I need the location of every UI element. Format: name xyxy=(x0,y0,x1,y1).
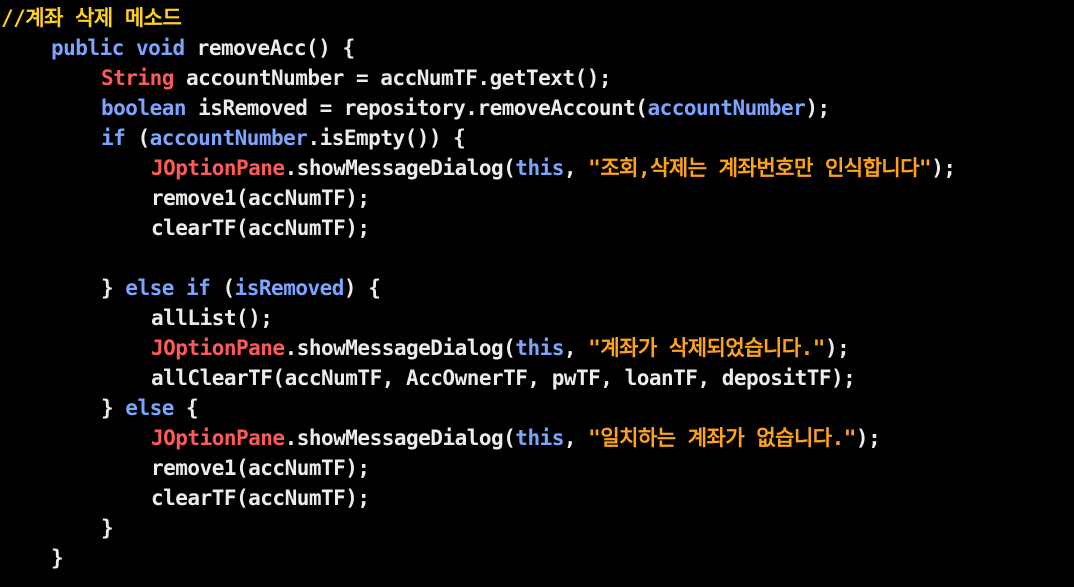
code-line: if (accountNumber.isEmpty()) { xyxy=(101,123,466,153)
code-token-plain: ); xyxy=(824,336,850,360)
code-line: boolean isRemoved = repository.removeAcc… xyxy=(101,93,830,123)
code-token-var: accountNumber xyxy=(647,96,806,120)
code-token-plain: .showMessageDialog( xyxy=(284,426,516,450)
code-line: //계좌 삭제 메소드 xyxy=(1,3,182,33)
code-line: public void removeAcc() { xyxy=(51,33,355,63)
code-token-keyword: void xyxy=(136,36,185,60)
code-token-plain: } xyxy=(101,516,114,540)
code-token-class: JOptionPane xyxy=(151,156,285,180)
code-token-var: accountNumber xyxy=(149,126,308,150)
code-token-class: JOptionPane xyxy=(151,336,285,360)
code-token-plain: remove1(accNumTF); xyxy=(151,456,370,480)
code-token-type: String xyxy=(101,66,174,90)
code-token-keyword: this xyxy=(515,426,564,450)
code-token-keyword: else xyxy=(125,396,174,420)
code-line: clearTF(accNumTF); xyxy=(151,213,370,243)
code-editor: //계좌 삭제 메소드 public void removeAcc() {Stri… xyxy=(0,0,1074,587)
code-token-plain: removeAcc() { xyxy=(184,36,355,60)
code-token-keyword: if xyxy=(101,126,126,150)
code-token-keyword: boolean xyxy=(101,96,187,120)
code-line: allList(); xyxy=(151,303,273,333)
code-token-plain: accountNumber = accNumTF.getText(); xyxy=(173,66,612,90)
code-token-keyword: this xyxy=(515,336,564,360)
code-token-string: "일치하는 계좌가 없습니다." xyxy=(588,426,856,450)
code-token-plain: ( xyxy=(125,126,150,150)
code-token-var: isRemoved xyxy=(234,276,345,300)
code-token-plain: ); xyxy=(855,426,881,450)
code-token-plain: clearTF(accNumTF); xyxy=(151,486,370,510)
code-line: String accountNumber = accNumTF.getText(… xyxy=(101,63,612,93)
code-line: clearTF(accNumTF); xyxy=(151,483,370,513)
code-token-keyword: this xyxy=(515,156,564,180)
code-token-string: "조회,삭제는 계좌번호만 인식합니다" xyxy=(588,156,932,180)
code-line: JOptionPane.showMessageDialog(this, "일치하… xyxy=(151,423,881,453)
code-token-comment: //계좌 삭제 메소드 xyxy=(1,6,182,30)
code-line: JOptionPane.showMessageDialog(this, "계좌가… xyxy=(151,333,850,363)
code-line: allClearTF(accNumTF, AccOwnerTF, pwTF, l… xyxy=(151,363,856,393)
code-token-plain: ( xyxy=(210,276,235,300)
code-token-plain: .showMessageDialog( xyxy=(284,336,516,360)
code-token-plain: allClearTF(accNumTF, AccOwnerTF, pwTF, l… xyxy=(151,366,856,390)
code-token-keyword: else xyxy=(125,276,174,300)
code-token-plain: } xyxy=(101,276,126,300)
code-token-plain: , xyxy=(563,156,589,180)
code-token-class: JOptionPane xyxy=(151,426,285,450)
code-token-plain: } xyxy=(101,396,126,420)
code-token-plain: , xyxy=(563,336,589,360)
code-token-plain: , xyxy=(563,426,589,450)
code-line: JOptionPane.showMessageDialog(this, "조회,… xyxy=(151,153,956,183)
code-token-plain: allList(); xyxy=(151,306,273,330)
code-token-string: "계좌가 삭제되었습니다." xyxy=(588,336,825,360)
code-token-plain: .isEmpty()) { xyxy=(307,126,466,150)
code-line: } else if (isRemoved) { xyxy=(101,273,381,303)
code-line: remove1(accNumTF); xyxy=(151,183,370,213)
code-token-plain: .showMessageDialog( xyxy=(284,156,516,180)
code-token-plain: ) { xyxy=(343,276,381,300)
code-line: } xyxy=(101,513,114,543)
code-token-plain: isRemoved = repository.removeAccount( xyxy=(186,96,648,120)
code-token-plain: } xyxy=(51,546,64,570)
code-line: } xyxy=(51,543,64,573)
code-line: } else { xyxy=(101,393,199,423)
code-token-plain: { xyxy=(173,396,199,420)
code-token-plain: ); xyxy=(805,96,830,120)
code-token-plain: ); xyxy=(931,156,956,180)
code-token-plain: clearTF(accNumTF); xyxy=(151,216,370,240)
code-token-keyword: if xyxy=(186,276,211,300)
code-token-plain: remove1(accNumTF); xyxy=(151,186,370,210)
code-token-keyword: public xyxy=(51,36,124,60)
code-line: remove1(accNumTF); xyxy=(151,453,370,483)
